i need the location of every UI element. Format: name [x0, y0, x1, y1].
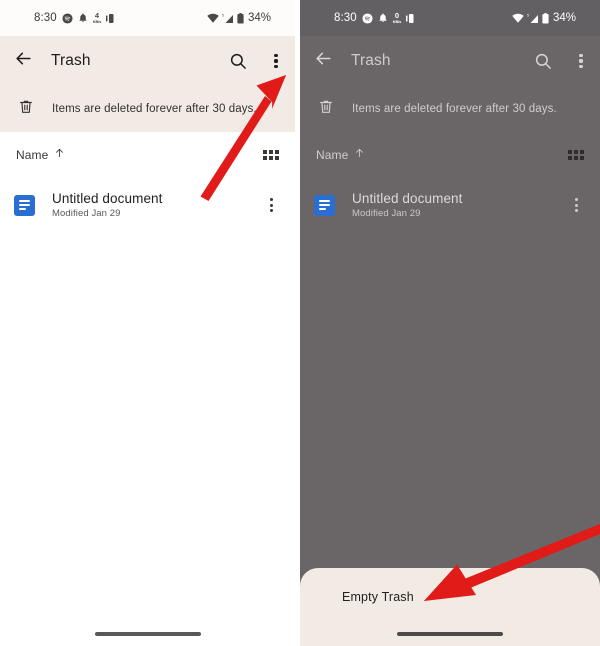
- status-bar-clock: 8:30: [334, 12, 357, 24]
- battery-icon: [237, 12, 244, 24]
- item-overflow-icon[interactable]: [569, 192, 584, 218]
- gesture-nav-bar[interactable]: [0, 622, 295, 646]
- phone-screenshot-before: 8:30 4 KB/s 5 34% Trash Items are delete…: [0, 0, 295, 646]
- battery-icon: [542, 12, 549, 24]
- gesture-nav-bar[interactable]: [300, 622, 600, 646]
- signal-icon: 5: [222, 13, 234, 24]
- spotify-icon: [362, 12, 373, 24]
- status-bar-right: 5 34%: [207, 12, 271, 24]
- bell-icon: [78, 13, 88, 23]
- overflow-menu-button[interactable]: [562, 38, 600, 84]
- file-list-area: Name Untitled document Modified Jan 29 E…: [300, 132, 600, 646]
- back-button[interactable]: [14, 49, 33, 73]
- arrow-up-icon[interactable]: [348, 146, 365, 164]
- gesture-nav-handle[interactable]: [94, 632, 201, 636]
- search-button[interactable]: [219, 38, 257, 84]
- sort-row: Name: [0, 132, 295, 178]
- data-rate-unit: KB/s: [92, 18, 102, 24]
- trash-icon: [18, 98, 34, 120]
- data-rate-icon: 0 KB/s: [392, 12, 402, 24]
- bell-icon: [378, 13, 388, 23]
- sort-label[interactable]: Name: [316, 148, 348, 162]
- data-rate-icon: 4 KB/s: [92, 12, 102, 24]
- battery-percent: 34%: [247, 12, 271, 24]
- overflow-menu-icon: [274, 53, 278, 69]
- file-list-area: Name Untitled document Modified Jan 29: [0, 132, 295, 646]
- vibrate-icon: [106, 13, 117, 23]
- app-bar: Trash: [0, 36, 295, 86]
- trash-info-text: Items are deleted forever after 30 days.: [52, 103, 257, 115]
- battery-percent: 34%: [552, 12, 576, 24]
- search-button[interactable]: [524, 38, 562, 84]
- overflow-menu-button[interactable]: [257, 38, 295, 84]
- phone-screenshot-after: 8:30 0 KB/s 5 34% Trash Items are delete…: [300, 0, 600, 646]
- status-bar-right: 5 34%: [512, 12, 576, 24]
- list-item[interactable]: Untitled document Modified Jan 29: [0, 178, 295, 232]
- google-docs-icon: [314, 194, 335, 216]
- status-bar-left: 8:30 0 KB/s: [334, 12, 417, 24]
- sort-row: Name: [300, 132, 600, 178]
- data-rate-unit: KB/s: [392, 18, 402, 24]
- menu-item-empty-trash[interactable]: Empty Trash: [342, 590, 414, 604]
- spotify-icon: [62, 12, 73, 24]
- vibrate-icon: [406, 13, 417, 23]
- list-item[interactable]: Untitled document Modified Jan 29: [300, 178, 600, 232]
- grid-view-icon[interactable]: [262, 149, 279, 161]
- wifi-icon: [207, 13, 219, 23]
- list-item-meta: Untitled document Modified Jan 29: [352, 191, 463, 219]
- grid-view-icon[interactable]: [567, 149, 584, 161]
- svg-text:5: 5: [222, 13, 224, 17]
- arrow-up-icon[interactable]: [48, 146, 65, 164]
- status-bar: 8:30 0 KB/s 5 34%: [300, 0, 600, 36]
- svg-text:5: 5: [527, 13, 529, 17]
- app-bar: Trash: [300, 36, 600, 86]
- trash-info-text: Items are deleted forever after 30 days.: [352, 103, 557, 115]
- screenshot-stage: 8:30 4 KB/s 5 34% Trash Items are delete…: [0, 0, 600, 646]
- gesture-nav-handle[interactable]: [397, 632, 503, 636]
- trash-info-banner: Items are deleted forever after 30 days.: [300, 86, 600, 132]
- trash-icon: [318, 98, 334, 120]
- wifi-icon: [512, 13, 524, 23]
- list-item-subtitle: Modified Jan 29: [52, 208, 121, 219]
- list-item-title: Untitled document: [352, 191, 463, 206]
- google-docs-icon: [14, 194, 35, 216]
- status-bar-clock: 8:30: [34, 12, 57, 24]
- page-title: Trash: [351, 52, 391, 69]
- item-overflow-icon[interactable]: [264, 192, 279, 218]
- list-item-title: Untitled document: [52, 191, 163, 206]
- trash-info-banner: Items are deleted forever after 30 days.: [0, 86, 295, 132]
- status-bar: 8:30 4 KB/s 5 34%: [0, 0, 295, 36]
- page-title: Trash: [51, 52, 91, 69]
- sort-label[interactable]: Name: [16, 148, 48, 162]
- status-bar-left: 8:30 4 KB/s: [34, 12, 117, 24]
- signal-icon: 5: [527, 13, 539, 24]
- overflow-menu-icon: [579, 53, 583, 69]
- list-item-meta: Untitled document Modified Jan 29: [52, 191, 163, 219]
- list-item-subtitle: Modified Jan 29: [352, 208, 421, 219]
- back-button[interactable]: [314, 49, 333, 73]
